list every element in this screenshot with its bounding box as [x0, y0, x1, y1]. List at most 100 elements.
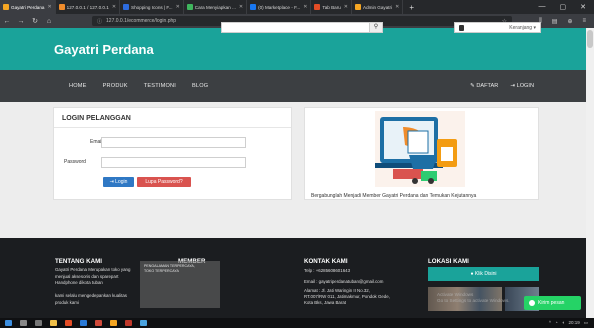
- search-icon[interactable]: ⚲: [369, 23, 382, 32]
- promo-caption: Bergabunglah Menjadi Member Gayatri Perd…: [311, 193, 477, 199]
- menu-hamburger-icon[interactable]: ≡: [582, 18, 586, 25]
- tab-phpmyadmin[interactable]: 127.0.0.1 / 127.0.0.1 ✕: [56, 0, 121, 14]
- main-menu: HOME PRODUK TESTIMONI BLOG ✎ DAFTAR ⇥ LO…: [0, 70, 594, 102]
- tray-chevron-icon[interactable]: ^: [549, 320, 551, 326]
- menu-right: ✎ DAFTAR ⇥ LOGIN: [470, 83, 540, 89]
- new-tab-button[interactable]: +: [403, 3, 420, 12]
- windows-start-icon[interactable]: [5, 320, 12, 326]
- site-favicon-icon: [3, 4, 9, 10]
- footer-location-title: LOKASI KAMI: [428, 258, 469, 265]
- clock-text[interactable]: 20:19: [568, 320, 579, 326]
- location-button[interactable]: ● Klik Disini: [428, 267, 539, 281]
- phpmyadmin-favicon-icon: [58, 4, 65, 10]
- network-icon[interactable]: ◔: [555, 320, 558, 326]
- menu-login[interactable]: ⇥ LOGIN: [510, 83, 534, 89]
- email-field[interactable]: [101, 137, 246, 148]
- tab-close-icon[interactable]: ✕: [392, 4, 399, 10]
- task-view-icon[interactable]: [35, 320, 42, 326]
- browser-tabstrip: Gayatri Perdana ✕ 127.0.0.1 / 127.0.0.1 …: [0, 0, 594, 14]
- notification-icon[interactable]: ▭: [584, 320, 588, 326]
- tab-label: Tab Baru: [322, 4, 341, 10]
- brand-logo[interactable]: Gayatri Perdana: [54, 42, 154, 57]
- volume-icon[interactable]: ◖: [562, 320, 565, 326]
- tab-new-tab[interactable]: Tab Baru ✕: [311, 0, 352, 14]
- tab-label: (0) Marketplace - F...: [258, 4, 301, 10]
- photos-taskbar-icon[interactable]: [140, 320, 147, 326]
- site-header: Gayatri Perdana: [0, 28, 594, 70]
- app-taskbar-icon[interactable]: [125, 320, 132, 326]
- tab-close-icon[interactable]: ✕: [109, 4, 116, 10]
- promo-image-overlay: PENGALAMAN TERPERCAYA, TOKO TERPERCAYA: [140, 261, 220, 308]
- scrollbar-thumb[interactable]: [587, 30, 593, 48]
- login-button[interactable]: ⇥ Login: [103, 177, 134, 187]
- firefox-taskbar-icon[interactable]: [65, 320, 72, 326]
- windows-activation-watermark: Activate Windows Go to Settings to activ…: [437, 292, 510, 303]
- login-button-label: Login: [115, 179, 128, 185]
- extension-icon[interactable]: ⊕: [567, 18, 572, 25]
- sidebar-icon[interactable]: ▤: [552, 18, 558, 25]
- xampp-taskbar-icon[interactable]: [95, 320, 102, 326]
- footer-contact-email[interactable]: Email : gayatriperdanatuban@gmail.com: [304, 279, 383, 286]
- footer-about-title: TENTANG KAMI: [55, 258, 102, 265]
- maximize-button[interactable]: ▢: [560, 3, 567, 11]
- flaticon-favicon-icon: [123, 4, 130, 10]
- chat-bubble-icon: [529, 300, 535, 306]
- footer-contact-title: KONTAK KAMI: [304, 258, 348, 265]
- firefox-favicon-icon: [314, 4, 321, 10]
- system-tray: ^ ◔ ◖ 20:19 ▭: [549, 320, 594, 326]
- back-arrow-icon[interactable]: ←: [0, 18, 14, 25]
- tab-close-icon[interactable]: ✕: [44, 4, 51, 10]
- footer-about-text2: kami selalu mengedepankan kualitas produ…: [55, 293, 128, 305]
- tab-label: Shopping Icons | F...: [131, 4, 173, 10]
- footer-contact-phone: Telp : +6285608601643: [304, 268, 351, 273]
- cart-button[interactable]: Keranjang ▾: [454, 22, 541, 33]
- overlay-text: PENGALAMAN TERPERCAYA, TOKO TERPERCAYA: [144, 264, 195, 273]
- tab-cara-menyiapkan[interactable]: Cara Menyiapkan ... ✕: [184, 0, 248, 14]
- shopping-bag-icon: [459, 24, 464, 31]
- menu-produk[interactable]: PRODUK: [103, 83, 128, 89]
- site-favicon-icon: [355, 4, 361, 10]
- tab-close-icon[interactable]: ✕: [300, 4, 307, 10]
- menu-bar: HOME PRODUK TESTIMONI BLOG ✎ DAFTAR ⇥ LO…: [53, 77, 540, 95]
- window-controls: — ▢ ✕: [539, 3, 594, 11]
- tab-label: Gayatri Perdana: [11, 4, 45, 10]
- promo-panel: [304, 107, 539, 200]
- minimize-button[interactable]: —: [539, 3, 546, 11]
- page-info-icon[interactable]: ⓘ: [97, 18, 102, 25]
- article-favicon-icon: [186, 4, 193, 10]
- password-field[interactable]: [101, 157, 246, 168]
- close-window-button[interactable]: ✕: [580, 3, 586, 11]
- tab-close-icon[interactable]: ✕: [341, 4, 348, 10]
- cart-label: Keranjang ▾: [509, 24, 536, 31]
- tab-admin-gayatri[interactable]: Admin Gayatri ✕: [352, 0, 404, 14]
- menu-testimoni[interactable]: TESTIMONI: [144, 83, 176, 89]
- tab-close-icon[interactable]: ✕: [173, 4, 180, 10]
- menu-daftar[interactable]: ✎ DAFTAR: [470, 83, 498, 89]
- overlay-line1: PENGALAMAN TERPERCAYA,: [144, 264, 195, 268]
- login-icon: ⇥: [109, 179, 114, 185]
- map-marker-icon: ●: [470, 271, 474, 277]
- search-taskbar-icon[interactable]: [20, 320, 27, 326]
- sublime-taskbar-icon[interactable]: [110, 320, 117, 326]
- vscode-taskbar-icon[interactable]: [80, 320, 87, 326]
- tab-shopping-icons[interactable]: Shopping Icons | F... ✕: [120, 0, 184, 14]
- file-explorer-icon[interactable]: [50, 320, 57, 326]
- forgot-password-button[interactable]: Lupa Password?: [137, 177, 191, 187]
- home-icon[interactable]: ⌂: [42, 18, 56, 25]
- page-scrollbar[interactable]: [586, 28, 594, 318]
- daftar-label: DAFTAR: [476, 83, 499, 89]
- menu-home[interactable]: HOME: [69, 83, 87, 89]
- reload-icon[interactable]: ↻: [28, 17, 42, 25]
- search-input[interactable]: ⚲: [221, 22, 383, 33]
- forward-arrow-icon[interactable]: →: [14, 18, 28, 25]
- windows-taskbar: ^ ◔ ◖ 20:19 ▭: [0, 318, 594, 328]
- tab-gayatri[interactable]: Gayatri Perdana ✕: [0, 0, 56, 14]
- address-text: 127.0.0.1/ecommerce/login.php: [106, 18, 177, 24]
- facebook-favicon-icon: [250, 4, 257, 10]
- password-label: Password: [64, 159, 86, 165]
- menu-blog[interactable]: BLOG: [192, 83, 208, 89]
- tab-marketplace[interactable]: (0) Marketplace - F... ✕: [247, 0, 312, 14]
- tab-close-icon[interactable]: ✕: [236, 4, 243, 10]
- whatsapp-chat-button[interactable]: Kirim pesan: [524, 296, 581, 310]
- login-label: LOGIN: [516, 83, 534, 89]
